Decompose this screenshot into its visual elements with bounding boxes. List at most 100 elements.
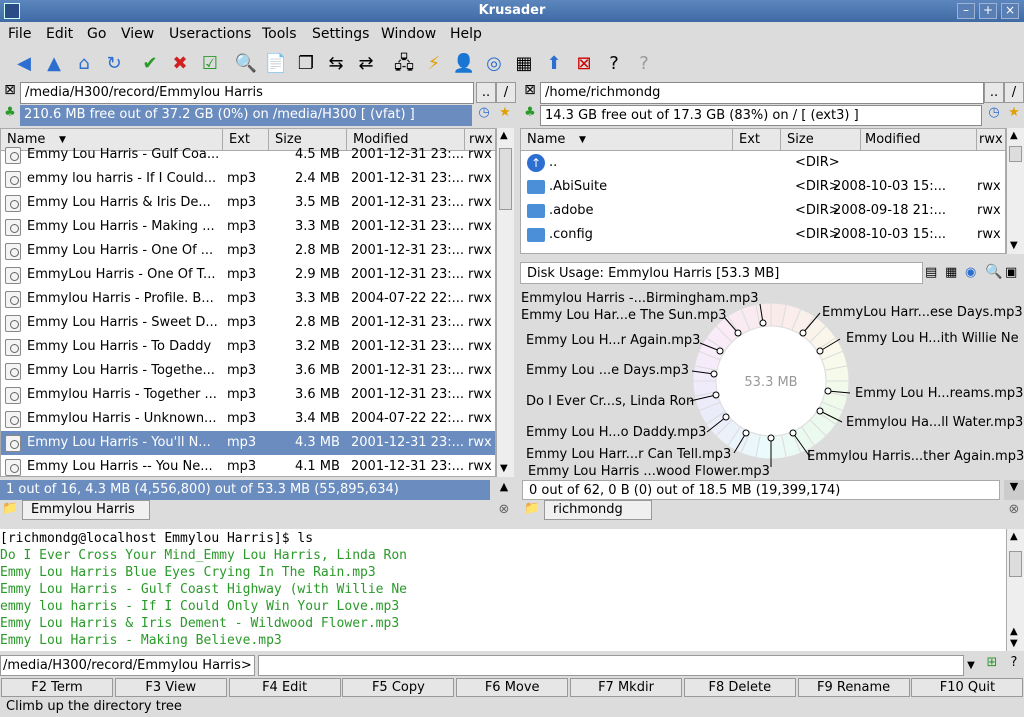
- fkey-button[interactable]: F5 Copy: [342, 678, 455, 697]
- refresh-icon[interactable]: ↻: [100, 50, 128, 78]
- menu-help[interactable]: Help: [450, 26, 482, 42]
- left-root-button[interactable]: /: [496, 82, 516, 103]
- right-root-button[interactable]: /: [1004, 82, 1024, 103]
- close-icon[interactable]: ×: [1001, 3, 1019, 19]
- help-icon[interactable]: ?: [600, 50, 628, 78]
- table-row[interactable]: .config <DIR> 2008-10-03 15:... rwx: [521, 223, 1005, 247]
- back-icon[interactable]: ◀: [10, 50, 38, 78]
- col-ext[interactable]: Ext: [733, 129, 781, 151]
- left-quick-icon[interactable]: ♣: [0, 105, 20, 127]
- table-row[interactable]: ↑.. <DIR>: [521, 151, 1005, 175]
- menu-file[interactable]: File: [8, 26, 31, 42]
- menu-settings[interactable]: Settings: [312, 26, 369, 42]
- table-row[interactable]: .AbiSuite <DIR> 2008-10-03 15:... rwx: [521, 175, 1005, 199]
- left-tab[interactable]: Emmylou Harris: [22, 500, 150, 520]
- network-icon[interactable]: 🖧: [390, 50, 418, 78]
- cmdline-help-icon[interactable]: ?: [1004, 655, 1024, 676]
- left-bookmark-icon[interactable]: ★: [494, 105, 516, 126]
- whats-this-icon[interactable]: ?: [630, 50, 658, 78]
- left-path-field[interactable]: /media/H300/record/Emmylou Harris: [20, 82, 474, 104]
- table-row[interactable]: Emmy Lou Harris - Gulf Coa... 4.5 MB 2001-…: [1, 143, 495, 167]
- right-closetab-icon[interactable]: ⊗: [1004, 502, 1024, 522]
- cmdline-history-icon[interactable]: ▼: [964, 655, 978, 676]
- right-tab[interactable]: richmondg: [544, 500, 652, 520]
- quit-icon[interactable]: ⊠: [570, 50, 598, 78]
- table-row[interactable]: Emmy Lou Harris - You'll N... mp3 4.3 MB 20…: [1, 431, 495, 455]
- table-row[interactable]: Emmy Lou Harris & Iris De... mp3 3.5 MB 200…: [1, 191, 495, 215]
- view-detailed-icon[interactable]: ▦: [945, 265, 957, 280]
- col-name[interactable]: Name ▼: [521, 129, 733, 151]
- col-rwx[interactable]: rwx: [977, 129, 1005, 151]
- upload-icon[interactable]: ⬆: [540, 50, 568, 78]
- sync-icon[interactable]: ⚡: [420, 50, 448, 78]
- new-file-icon[interactable]: 📄: [262, 50, 290, 78]
- menu-tools[interactable]: Tools: [262, 26, 297, 42]
- menu-edit[interactable]: Edit: [46, 26, 73, 42]
- right-up-button[interactable]: ..: [984, 82, 1004, 103]
- terminal-scrollbar[interactable]: ▲ ▲ ▼: [1006, 529, 1024, 651]
- minimize-icon[interactable]: –: [957, 3, 975, 19]
- diskusage-icon[interactable]: ▦: [510, 50, 538, 78]
- view-lines-icon[interactable]: ▤: [925, 265, 937, 280]
- right-bookmark-icon[interactable]: ★: [1004, 105, 1024, 126]
- fkey-button[interactable]: F3 View: [114, 678, 227, 697]
- right-status-toggle[interactable]: ▼: [1004, 480, 1024, 500]
- right-newtab-icon[interactable]: 📁: [524, 501, 544, 521]
- menu-window[interactable]: Window: [381, 26, 436, 42]
- left-scrollbar[interactable]: ▲ ▼: [496, 128, 514, 477]
- search-icon[interactable]: 🔍: [232, 50, 260, 78]
- left-file-list[interactable]: Name ▼ Ext Size Modified rwx Emmy Lou Har…: [0, 128, 496, 477]
- table-row[interactable]: EmmyLou Harris - One Of T... mp3 2.9 MB 200…: [1, 263, 495, 287]
- right-panel-switch-icon[interactable]: ⊠: [520, 82, 540, 104]
- up-icon[interactable]: ▲: [40, 50, 68, 78]
- left-status-toggle[interactable]: ▲: [494, 480, 514, 500]
- left-up-button[interactable]: ..: [476, 82, 496, 103]
- unpack-icon[interactable]: ⇄: [352, 50, 380, 78]
- table-row[interactable]: Emmy Lou Harris - Making ... mp3 3.3 MB 200…: [1, 215, 495, 239]
- cmdline-input[interactable]: [258, 655, 964, 676]
- fkey-button[interactable]: F2 Term: [1, 678, 113, 697]
- menu-view[interactable]: View: [121, 26, 154, 42]
- table-row[interactable]: Emmy Lou Harris -- You Ne... mp3 4.1 MB 200…: [1, 455, 495, 476]
- table-row[interactable]: Emmylou Harris - Together ... mp3 3.6 MB 20…: [1, 383, 495, 407]
- right-scrollbar[interactable]: ▲ ▼: [1006, 128, 1024, 254]
- fkey-button[interactable]: F6 Move: [456, 678, 569, 697]
- cmdline-run-icon[interactable]: ⊞: [982, 655, 1002, 676]
- maximize-icon[interactable]: +: [979, 3, 997, 19]
- fkey-button[interactable]: F8 Delete: [683, 678, 796, 697]
- disk-usage-chart[interactable]: 53.3 MB Emmylou Harris -...Birmingham.mp…: [520, 287, 1024, 479]
- fkey-button[interactable]: F10 Quit: [911, 678, 1024, 697]
- right-quick-icon[interactable]: ♣: [520, 105, 540, 127]
- home-icon[interactable]: ⌂: [70, 50, 98, 78]
- fkey-button[interactable]: F9 Rename: [797, 678, 910, 697]
- panel-switch-icon[interactable]: ⊠: [0, 82, 20, 104]
- left-closetab-icon[interactable]: ⊗: [494, 502, 514, 522]
- menu-go[interactable]: Go: [87, 26, 106, 42]
- compare-icon[interactable]: ☑: [196, 50, 224, 78]
- view-filelight-icon[interactable]: ◉: [965, 265, 976, 280]
- root-user-icon[interactable]: 👤: [450, 50, 478, 78]
- left-history-icon[interactable]: ◷: [474, 105, 494, 126]
- mount-icon[interactable]: ◎: [480, 50, 508, 78]
- unselect-icon[interactable]: ✖: [166, 50, 194, 78]
- zoom-icon[interactable]: 🔍: [985, 264, 1002, 280]
- col-modified[interactable]: Modified: [861, 129, 977, 151]
- table-row[interactable]: Emmy Lou Harris - To Daddy mp3 3.2 MB 2001-…: [1, 335, 495, 359]
- terminal-emulator[interactable]: [richmondg@localhost Emmylou Harris]$ ls…: [0, 529, 1006, 651]
- col-size[interactable]: Size: [781, 129, 861, 151]
- table-row[interactable]: emmy lou harris - If I Could... mp3 2.4 MB…: [1, 167, 495, 191]
- menu-useractions[interactable]: Useractions: [169, 26, 251, 42]
- refresh-icon[interactable]: ▣: [1005, 265, 1017, 280]
- table-row[interactable]: Emmy Lou Harris - Togethe... mp3 3.6 MB 200…: [1, 359, 495, 383]
- select-icon[interactable]: ✔: [136, 50, 164, 78]
- left-newtab-icon[interactable]: 📁: [2, 501, 22, 521]
- right-history-icon[interactable]: ◷: [984, 105, 1004, 126]
- fkey-button[interactable]: F7 Mkdir: [570, 678, 682, 697]
- pack-icon[interactable]: ⇆: [322, 50, 350, 78]
- table-row[interactable]: Emmylou Harris - Profile. B... mp3 3.3 MB 2…: [1, 287, 495, 311]
- table-row[interactable]: Emmy Lou Harris - One Of ... mp3 2.8 MB 200…: [1, 239, 495, 263]
- right-file-list[interactable]: Name ▼ Ext Size Modified rwx ↑.. <DIR> .Abi…: [520, 128, 1006, 254]
- table-row[interactable]: Emmylou Harris - Unknown... mp3 3.4 MB 2004…: [1, 407, 495, 431]
- copy-icon[interactable]: ❐: [292, 50, 320, 78]
- fkey-button[interactable]: F4 Edit: [228, 678, 341, 697]
